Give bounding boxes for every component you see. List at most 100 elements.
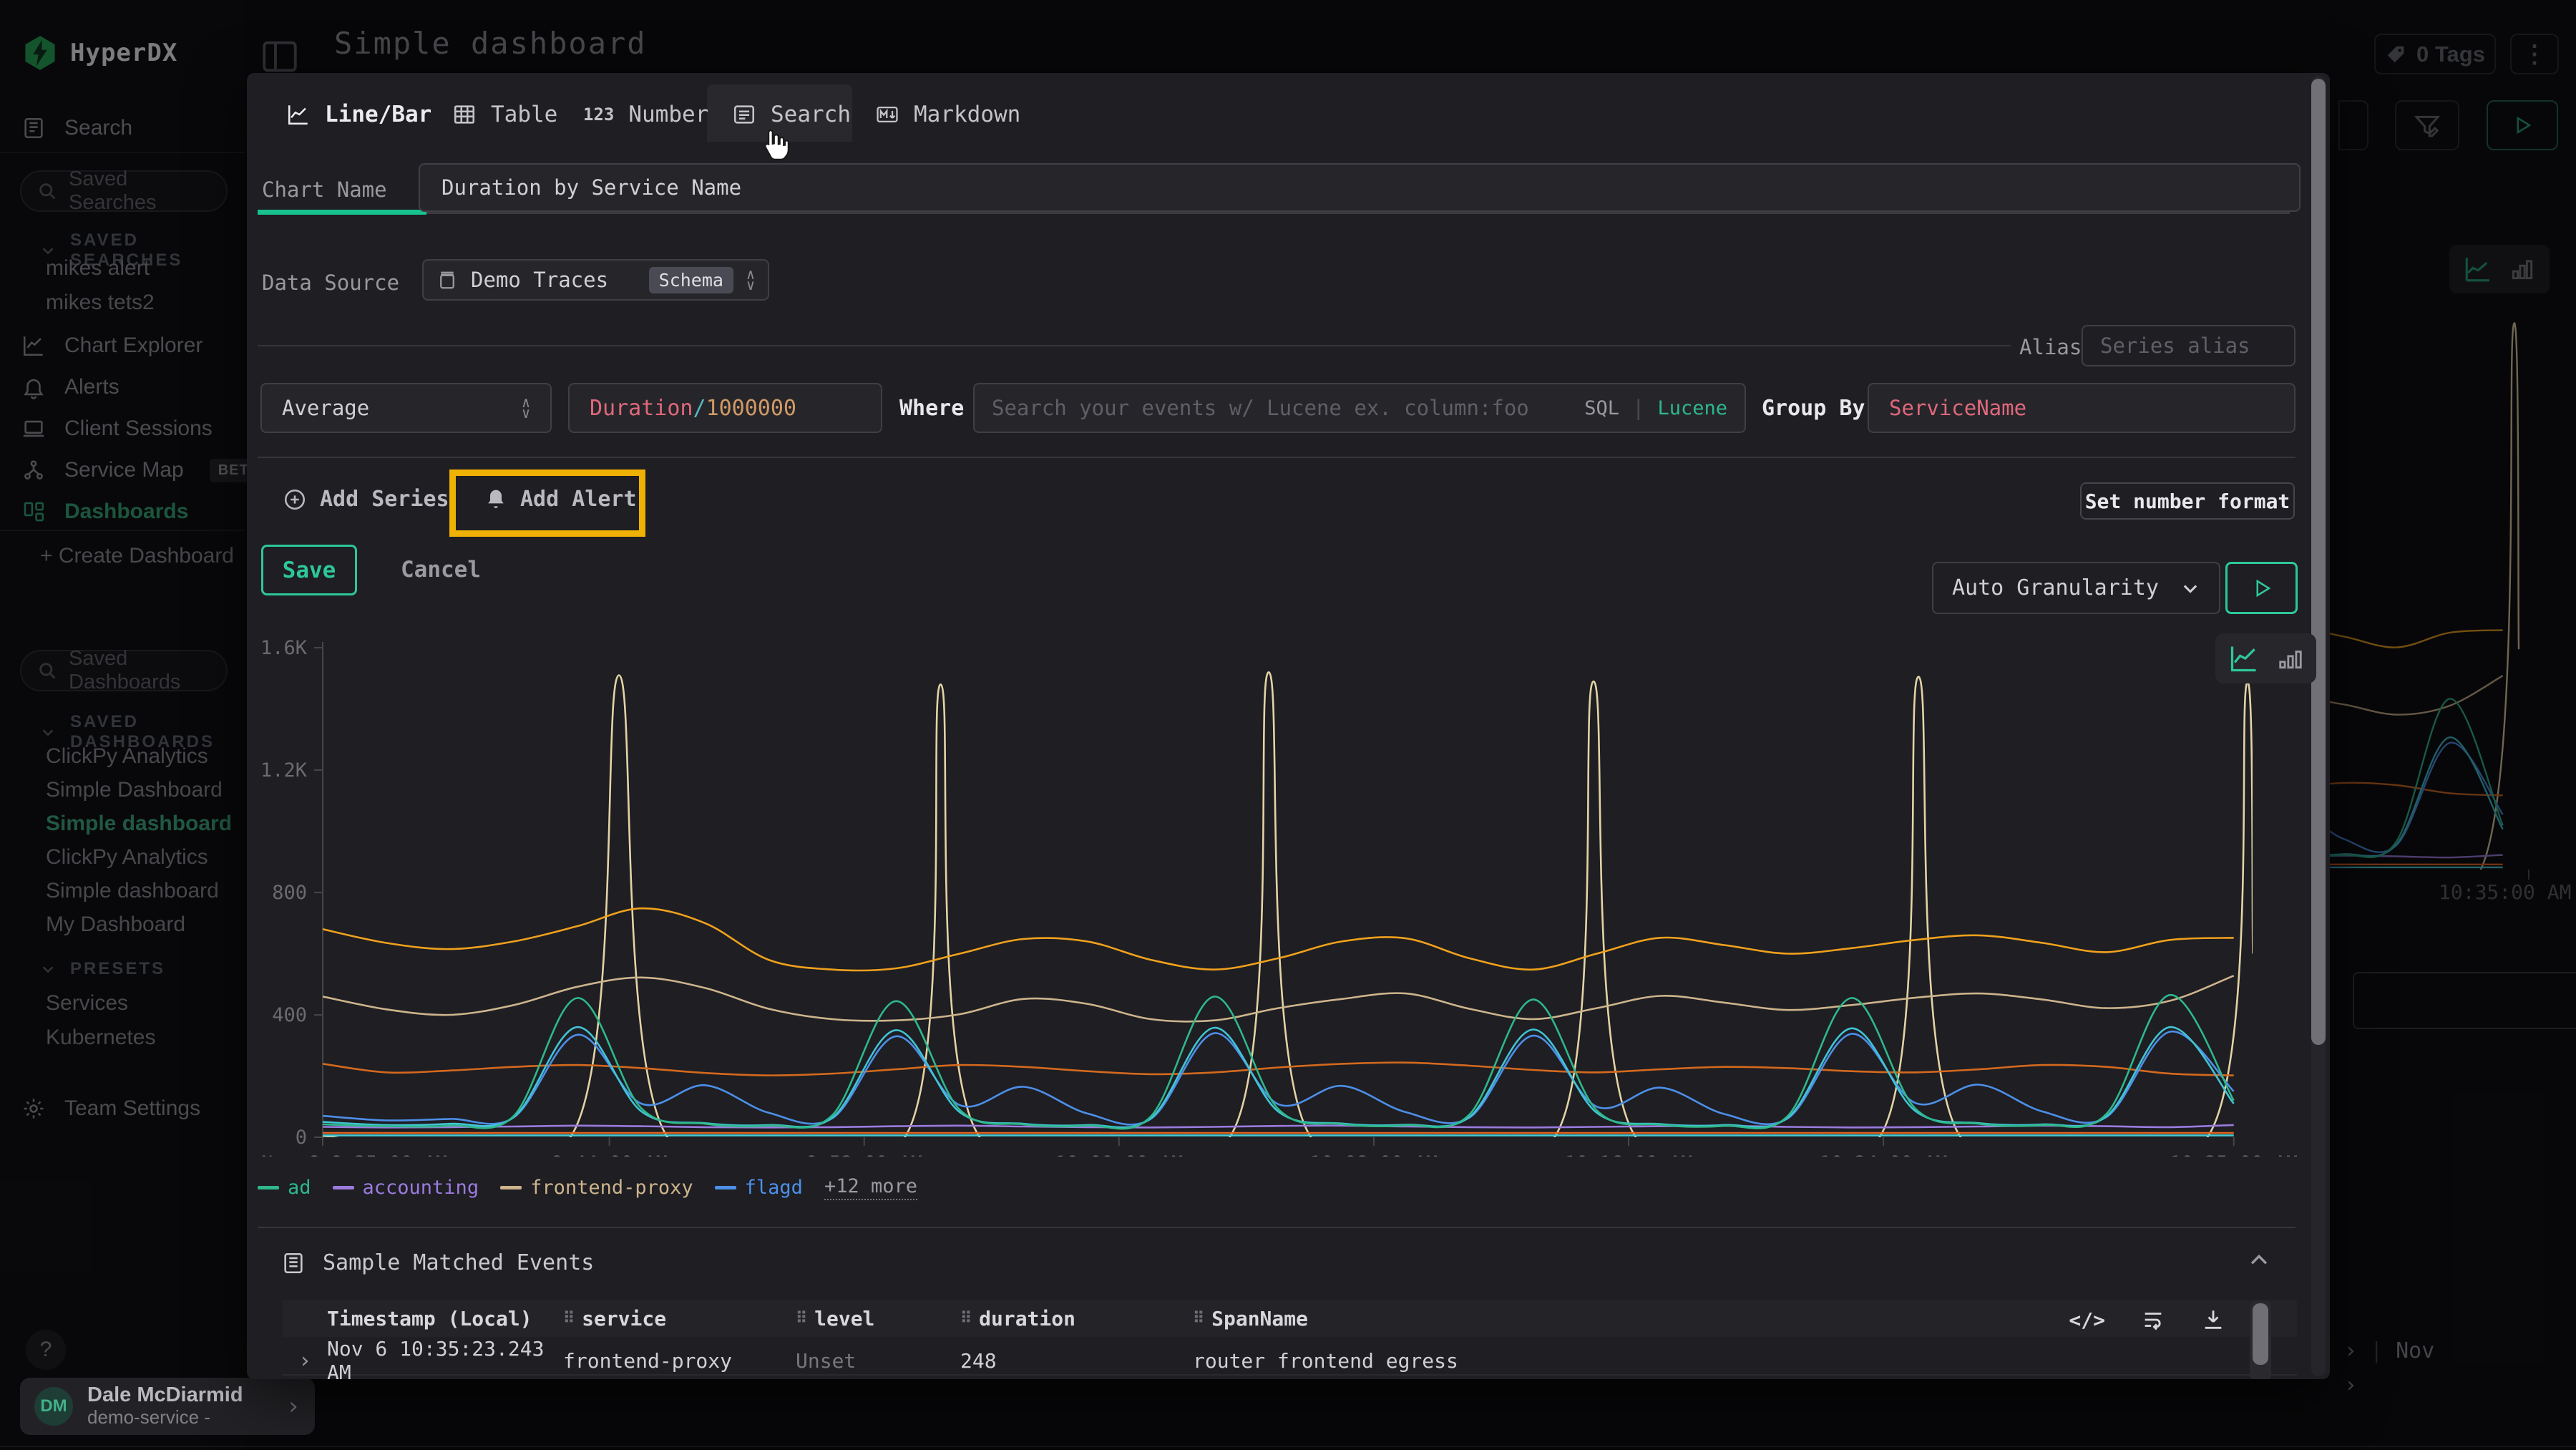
tab-label: Search: [771, 102, 851, 127]
select-chevrons-icon: ∧∨: [522, 397, 530, 419]
divider: [258, 1227, 2296, 1228]
user-name: Dale McDiarmid: [87, 1384, 243, 1407]
legend-item[interactable]: flagd: [715, 1177, 803, 1199]
cell: router frontend egress: [1193, 1349, 2297, 1373]
data-source-value: Demo Traces: [471, 268, 608, 292]
svg-text:10:00:00 AM: 10:00:00 AM: [1055, 1152, 1183, 1157]
app-root: HyperDX Search Saved Searches SAVED SEAR…: [0, 0, 2576, 1450]
column-header-level[interactable]: ⠿ level: [796, 1307, 960, 1330]
lucene-toggle[interactable]: Lucene: [1657, 397, 1727, 419]
add-alert-button[interactable]: Add Alert: [484, 487, 637, 512]
svg-text:9:52:00 AM: 9:52:00 AM: [806, 1152, 922, 1157]
chart-name-input[interactable]: Duration by Service Name: [419, 163, 2301, 212]
where-search-input[interactable]: Search your events w/ Lucene ex. column:…: [973, 383, 1746, 433]
plus-circle-icon: [283, 487, 307, 512]
bar-chart-icon: [2277, 645, 2304, 672]
drag-handle-icon[interactable]: ⠿: [563, 1310, 573, 1328]
svg-text:Nov 6 9:35:00 AM: Nov 6 9:35:00 AM: [261, 1152, 447, 1157]
svg-text:10:24:00 AM: 10:24:00 AM: [1820, 1152, 1948, 1157]
data-source-label: Data Source: [262, 271, 399, 295]
sql-toggle[interactable]: SQL: [1584, 397, 1619, 419]
drag-handle-icon[interactable]: ⠿: [796, 1310, 806, 1328]
svg-text:400: 400: [272, 1004, 307, 1026]
chevron-down-icon: [2180, 578, 2200, 598]
svg-text:10:16:00 AM: 10:16:00 AM: [1565, 1152, 1693, 1157]
sample-events-header: Sample Matched Events: [281, 1250, 594, 1275]
tab-label: Table: [491, 102, 557, 127]
modal-scrollbar-thumb[interactable]: [2311, 79, 2326, 1045]
chart-legend: ad accounting frontend-proxy flagd +12 more: [258, 1175, 917, 1200]
code-icon[interactable]: </>: [2069, 1308, 2105, 1332]
timeseries-chart[interactable]: 04008001.2K1.6KNov 6 9:35:00 AM9:44:00 A…: [258, 634, 2318, 1157]
aggregation-value: Average: [282, 396, 369, 420]
column-header-service[interactable]: ⠿ service: [563, 1307, 796, 1330]
tab-markdown[interactable]: Markdown: [875, 87, 1004, 142]
cell: Nov 6 10:35:23.243 AM: [327, 1376, 563, 1379]
aggregation-select[interactable]: Average ∧∨: [260, 383, 552, 433]
user-card[interactable]: DM Dale McDiarmid demo-service - ›: [20, 1378, 315, 1435]
tab-number[interactable]: 123Number: [583, 87, 694, 142]
tab-table[interactable]: Table: [452, 87, 545, 142]
data-source-select[interactable]: Demo Traces Schema ∧∨: [422, 259, 769, 301]
tab-line-bar[interactable]: Line/Bar: [286, 87, 419, 142]
legend-more-link[interactable]: +12 more: [824, 1175, 917, 1200]
run-query-button[interactable]: [2225, 562, 2298, 614]
events-table-body: ›Nov 6 10:35:23.243 AMfrontend-proxyUnse…: [283, 1337, 2297, 1379]
add-alert-label: Add Alert: [520, 487, 637, 512]
expression-value: Duration/1000000: [590, 396, 796, 421]
drag-handle-icon[interactable]: ⠿: [1193, 1310, 1203, 1328]
cell: Nov 6 10:35:23.243 AM: [327, 1337, 563, 1379]
group-by-input[interactable]: ServiceName: [1868, 383, 2296, 433]
table-row[interactable]: ›Nov 6 10:35:23.243 AMfrontend-proxyUnse…: [283, 1376, 2297, 1379]
granularity-value: Auto Granularity: [1952, 575, 2159, 600]
wrap-text-icon[interactable]: [2141, 1308, 2165, 1332]
add-series-button[interactable]: Add Series: [283, 487, 449, 512]
number-icon: 123: [583, 104, 614, 125]
alias-input[interactable]: Series alias: [2082, 325, 2296, 366]
legend-color-swatch: [500, 1186, 522, 1189]
divider: [258, 457, 2296, 458]
table-row[interactable]: ›Nov 6 10:35:23.243 AMfrontend-proxyUnse…: [283, 1337, 2297, 1376]
svg-text:1.2K: 1.2K: [260, 759, 308, 782]
column-label: level: [814, 1307, 874, 1330]
download-icon[interactable]: [2201, 1308, 2225, 1332]
where-label: Where: [899, 396, 964, 421]
legend-item[interactable]: ad: [258, 1177, 311, 1199]
svg-text:9:44:00 AM: 9:44:00 AM: [551, 1152, 668, 1157]
chart-name-value: Duration by Service Name: [441, 175, 741, 200]
cancel-button[interactable]: Cancel: [401, 557, 481, 583]
database-icon: [436, 269, 458, 291]
tab-label: Number: [628, 102, 708, 127]
events-scrollbar[interactable]: [2250, 1300, 2271, 1379]
column-label: service: [582, 1307, 666, 1330]
events-table-tools: </>: [2069, 1308, 2225, 1332]
expression-input[interactable]: Duration/1000000: [568, 383, 882, 433]
chart-type-toggle[interactable]: [2215, 633, 2316, 683]
group-by-label: Group By: [1762, 396, 1865, 421]
legend-item[interactable]: frontend-proxy: [500, 1177, 693, 1199]
events-table-header: Timestamp (Local)⠿service⠿level⠿duration…: [283, 1300, 2297, 1337]
select-chevrons-icon: ∧∨: [746, 269, 755, 291]
granularity-select[interactable]: Auto Granularity: [1932, 562, 2220, 614]
cell: frontend-proxy: [563, 1349, 796, 1373]
column-header-duration[interactable]: ⠿ duration: [960, 1307, 1193, 1330]
row-expand-chevron[interactable]: ›: [283, 1348, 327, 1373]
tab-label: Markdown: [914, 102, 1020, 127]
schema-badge: Schema: [649, 267, 733, 293]
add-series-label: Add Series: [320, 487, 449, 512]
legend-item[interactable]: accounting: [333, 1177, 479, 1199]
set-number-format-button[interactable]: Set number format: [2080, 482, 2295, 520]
column-label: duration: [979, 1307, 1075, 1330]
save-button[interactable]: Save: [261, 545, 357, 595]
group-by-value: ServiceName: [1889, 396, 2026, 420]
legend-label: ad: [288, 1177, 311, 1199]
column-header-timestamp-local-[interactable]: Timestamp (Local): [327, 1307, 563, 1330]
legend-color-swatch: [258, 1186, 279, 1189]
cell: 248: [960, 1349, 1193, 1373]
drag-handle-icon[interactable]: ⠿: [960, 1310, 970, 1328]
alias-label: Alias: [2019, 335, 2082, 359]
set-number-format-label: Set number format: [2085, 490, 2290, 513]
svg-text:0: 0: [296, 1127, 307, 1149]
bell-icon: [484, 488, 507, 511]
collapse-events-button[interactable]: [2247, 1248, 2271, 1273]
